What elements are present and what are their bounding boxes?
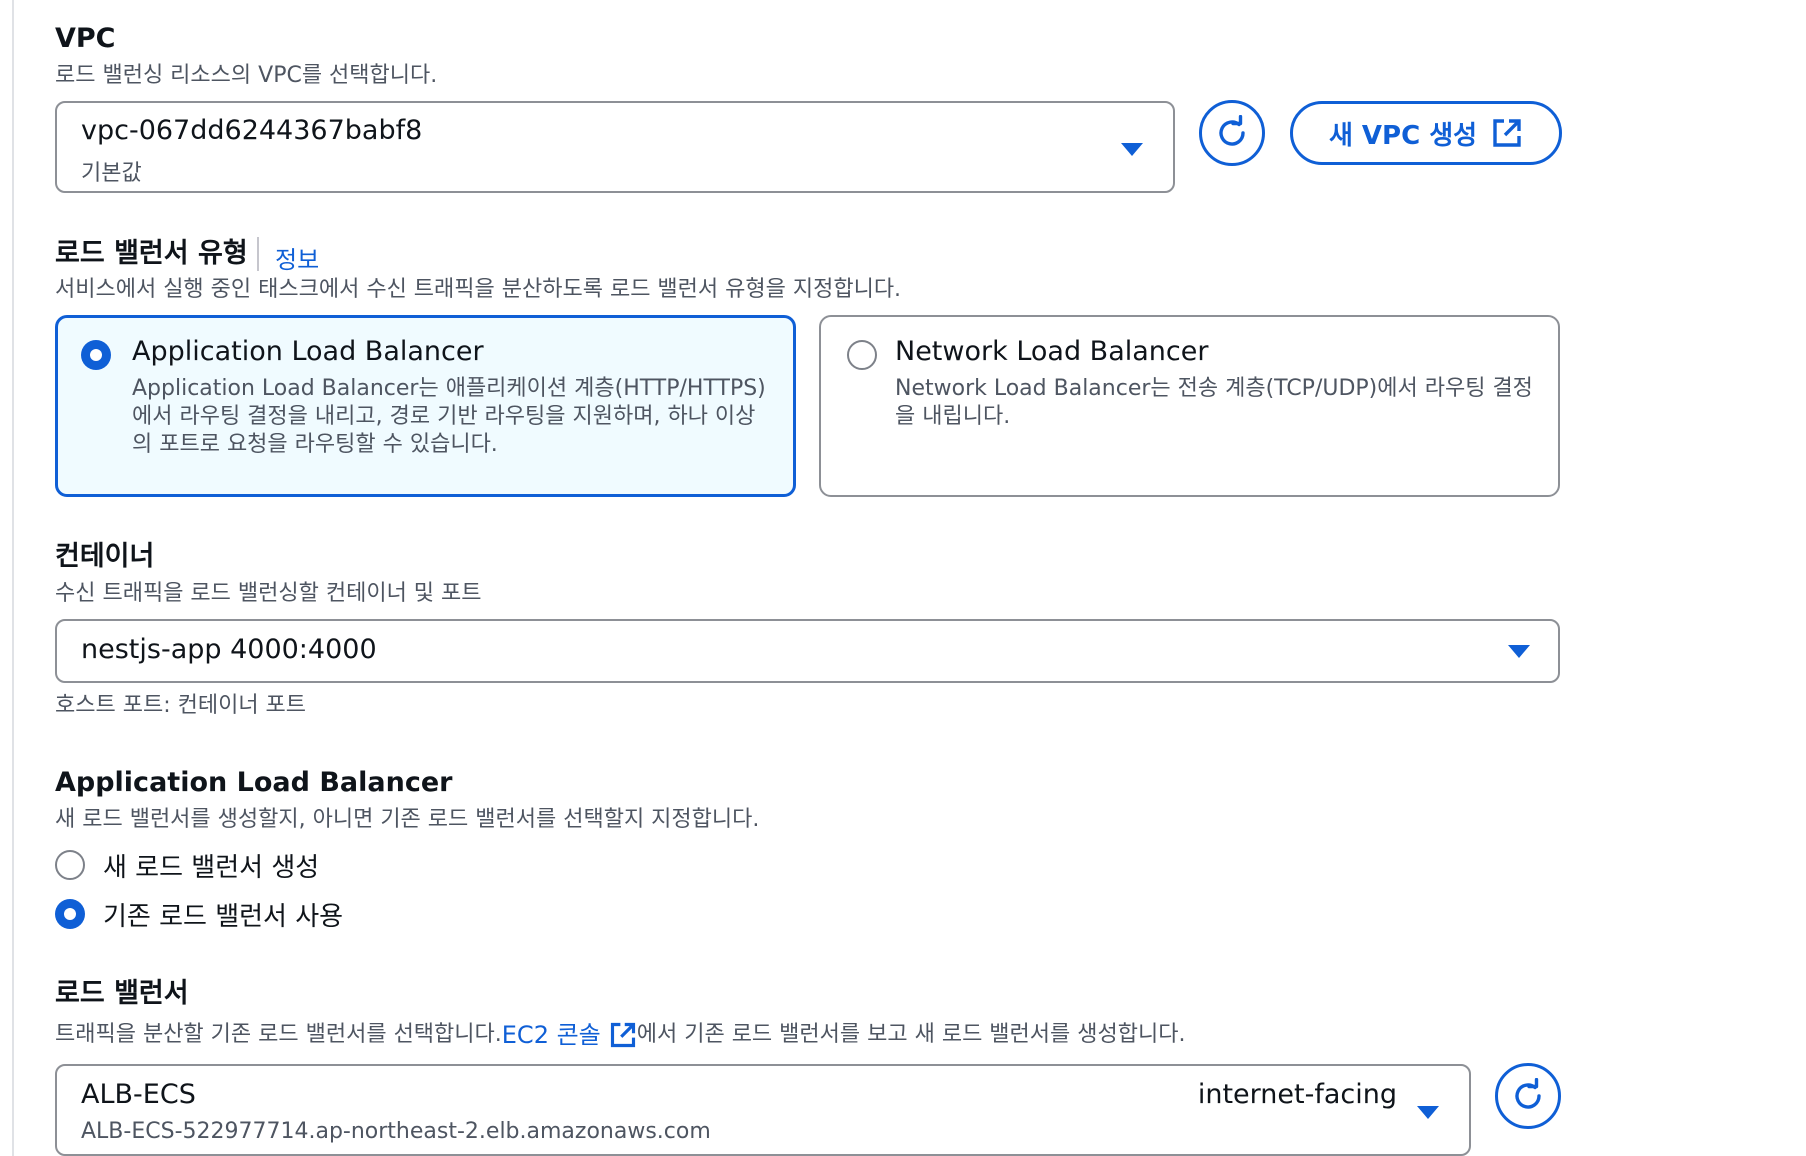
caret-down-icon [1121, 143, 1143, 156]
load-balancer-scheme: internet-facing [1197, 1079, 1397, 1110]
alb-new-radio[interactable] [55, 850, 85, 880]
refresh-icon [1515, 1078, 1541, 1109]
left-divider [12, 0, 14, 1156]
vpc-select-subtext: 기본값 [81, 161, 142, 186]
lb-option-alb-radio[interactable] [81, 340, 111, 370]
alb-existing-radio[interactable] [55, 899, 85, 929]
lb-type-label: 로드 밸런서 유형 [55, 238, 248, 269]
load-balancer-description: 트래픽을 분산할 기존 로드 밸런서를 선택합니다. EC2 콘솔 에서 기존 … [55, 1021, 1185, 1049]
load-balancer-refresh-button[interactable] [1495, 1063, 1561, 1129]
caret-down-icon [1417, 1106, 1439, 1119]
alb-new-label[interactable]: 새 로드 밸런서 생성 [103, 847, 319, 884]
lb-desc-after: 에서 기존 로드 밸런서를 보고 새 로드 밸런서를 생성합니다. [636, 1022, 1186, 1047]
lb-option-nlb-card[interactable]: Network Load Balancer Network Load Balan… [819, 315, 1560, 497]
container-select-value: nestjs-app 4000:4000 [81, 634, 377, 665]
info-link[interactable]: 정보 [275, 240, 319, 275]
caret-down-icon [1508, 645, 1530, 658]
lb-option-alb-title: Application Load Balancer [132, 336, 484, 367]
container-description: 수신 트래픽을 로드 밸런싱할 컨테이너 및 포트 [55, 581, 482, 606]
lb-option-alb-card[interactable]: Application Load Balancer Application Lo… [55, 315, 796, 497]
vpc-select[interactable]: vpc-067dd6244367babf8 기본값 [55, 101, 1175, 193]
vpc-description: 로드 밸런싱 리소스의 VPC를 선택합니다. [55, 63, 438, 88]
lb-option-nlb-title: Network Load Balancer [895, 336, 1209, 367]
ec2-console-link[interactable]: EC2 콘솔 [502, 1021, 601, 1049]
lb-option-nlb-radio[interactable] [847, 340, 877, 370]
load-balancer-name: ALB-ECS [81, 1079, 196, 1110]
load-balancer-select[interactable]: ALB-ECS ALB-ECS-522977714.ap-northeast-2… [55, 1064, 1471, 1156]
create-vpc-button-label: 새 VPC 생성 [1328, 120, 1478, 151]
container-hint: 호스트 포트: 컨테이너 포트 [55, 693, 307, 718]
refresh-icon [1219, 115, 1245, 146]
load-balancer-label: 로드 밸런서 [55, 978, 189, 1009]
alb-label: Application Load Balancer [55, 767, 453, 798]
divider [257, 237, 259, 271]
create-vpc-button[interactable]: 새 VPC 생성 [1290, 101, 1562, 165]
lb-option-nlb-description: Network Load Balancer는 전송 계층(TCP/UDP)에서 … [895, 376, 1533, 429]
external-link-icon[interactable] [609, 1021, 637, 1049]
lb-option-alb-description: Application Load Balancer는 애플리케이션 계층(HTT… [132, 376, 766, 457]
load-balancer-dns: ALB-ECS-522977714.ap-northeast-2.elb.ama… [81, 1119, 711, 1144]
lb-type-description: 서비스에서 실행 중인 태스크에서 수신 트래픽을 분산하도록 로드 밸런서 유… [55, 277, 902, 302]
external-link-icon [1493, 119, 1521, 147]
container-select[interactable]: nestjs-app 4000:4000 [55, 619, 1560, 683]
lb-desc-before: 트래픽을 분산할 기존 로드 밸런서를 선택합니다. [55, 1022, 502, 1047]
container-label: 컨테이너 [55, 541, 155, 572]
vpc-label: VPC [55, 23, 116, 54]
alb-existing-label[interactable]: 기존 로드 밸런서 사용 [103, 896, 343, 933]
vpc-refresh-button[interactable] [1199, 100, 1265, 166]
vpc-select-value: vpc-067dd6244367babf8 [81, 115, 423, 146]
alb-description: 새 로드 밸런서를 생성할지, 아니면 기존 로드 밸런서를 선택할지 지정합니… [55, 807, 760, 832]
